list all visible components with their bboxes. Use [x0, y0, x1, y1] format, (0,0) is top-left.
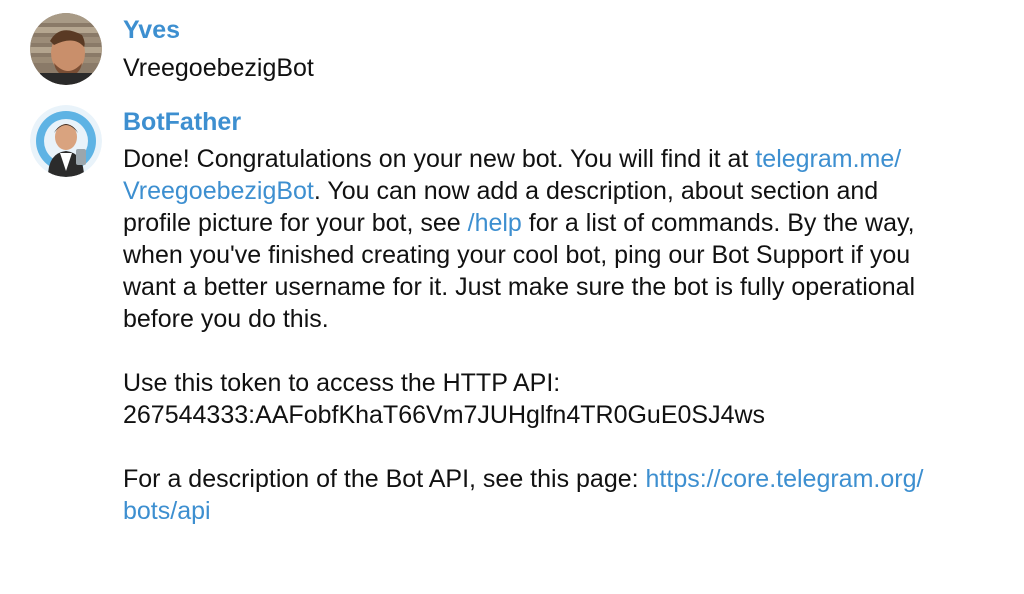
botfather-avatar[interactable]: [30, 105, 102, 177]
api-token[interactable]: 267544333:AAFobfKhaT66Vm7JUHglfn4TR0GuE0…: [123, 399, 923, 431]
message-line-1: Done! Congratulations on your new bot. Y…: [123, 143, 923, 175]
text-segment: Done! Congratulations on your new bot. Y…: [123, 145, 756, 173]
api-docs-link-part2[interactable]: bots/api: [123, 497, 211, 525]
message-line-3: profile picture for your bot, see /help …: [123, 207, 923, 239]
botfather-avatar-icon: [30, 105, 102, 177]
message-line-6: before you do this.: [123, 305, 329, 333]
text-segment: . You can now add a description, about s…: [313, 177, 879, 205]
text-segment: for a list of commands. By the way,: [521, 209, 915, 237]
help-command-link[interactable]: /help: [468, 209, 522, 237]
text-segment: profile picture for your bot, see: [123, 209, 468, 237]
message-botfather: BotFather Done! Congratulations on your …: [0, 0, 1024, 594]
sender-name[interactable]: BotFather: [123, 107, 241, 137]
message-line-5: want a better username for it. Just make…: [123, 273, 916, 301]
message-line-4: when you've finished creating your cool …: [123, 241, 911, 269]
message-line-10: bots/api: [123, 495, 923, 527]
message-line-7: Use this token to access the HTTP API:: [123, 369, 561, 397]
bot-link-part2[interactable]: VreegoebezigBot: [123, 177, 314, 205]
message-line-2: VreegoebezigBot. You can now add a descr…: [123, 175, 923, 207]
bot-link-part1[interactable]: telegram.me/: [755, 145, 901, 173]
api-docs-link-part1[interactable]: https://core.telegram.org/: [646, 465, 924, 493]
text-segment: For a description of the Bot API, see th…: [123, 465, 646, 493]
message-text: Done! Congratulations on your new bot. Y…: [123, 143, 923, 527]
message-line-9: For a description of the Bot API, see th…: [123, 463, 923, 495]
